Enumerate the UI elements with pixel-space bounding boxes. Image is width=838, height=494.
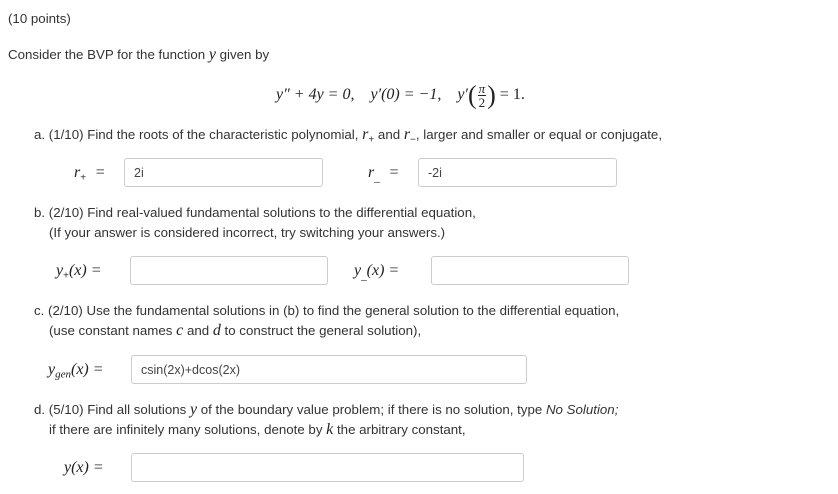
part-b-line1: b. (2/10) Find real-valued fundamental s… xyxy=(34,205,476,220)
part-c-line1: c. (2/10) Use the fundamental solutions … xyxy=(34,303,620,318)
intro-text: Consider the BVP for the function y give… xyxy=(8,46,269,64)
y-solution-input[interactable] xyxy=(131,453,524,482)
bc1-part: y′(0) = −1, xyxy=(370,86,442,103)
bvp-equation: y″ + 4y = 0, y′(0) = −1, y′(π 2) = 1. xyxy=(276,80,525,110)
ode-part: y″ + 4y = 0, xyxy=(276,86,355,103)
part-d-line1: d. (5/10) Find all solutions y of the bo… xyxy=(34,401,619,418)
part-a-question: a. (1/10) Find the roots of the characte… xyxy=(34,126,663,146)
part-b-line2: (If your answer is considered incorrect,… xyxy=(49,225,446,240)
rminus-input[interactable] xyxy=(418,158,617,187)
rplus-label: r+ = xyxy=(74,164,105,184)
intro-text-after: given by xyxy=(215,47,270,62)
part-d-line2: if there are infinitely many solutions, … xyxy=(49,421,466,438)
rplus-input[interactable] xyxy=(124,158,323,187)
rminus-label: r_ = xyxy=(368,164,399,184)
ygen-label: ygen(x) = xyxy=(48,361,104,381)
part-c-line2: (use constant names c and d to construct… xyxy=(49,322,422,339)
pi-over-2: π2 xyxy=(477,80,487,110)
bc2-prefix: y′ xyxy=(457,86,468,103)
ygen-input[interactable] xyxy=(131,355,527,384)
yplus-label: y+(x) = xyxy=(56,262,102,282)
yminus-input[interactable] xyxy=(431,256,629,285)
yminus-label: y_(x) = xyxy=(354,262,400,282)
intro-text-before: Consider the BVP for the function xyxy=(8,47,209,62)
intro-func: y xyxy=(208,46,216,63)
yplus-input[interactable] xyxy=(130,256,328,285)
points-label: (10 points) xyxy=(8,11,71,26)
bc2-suffix: = 1. xyxy=(499,86,525,103)
y-label: y(x) = xyxy=(64,459,104,476)
